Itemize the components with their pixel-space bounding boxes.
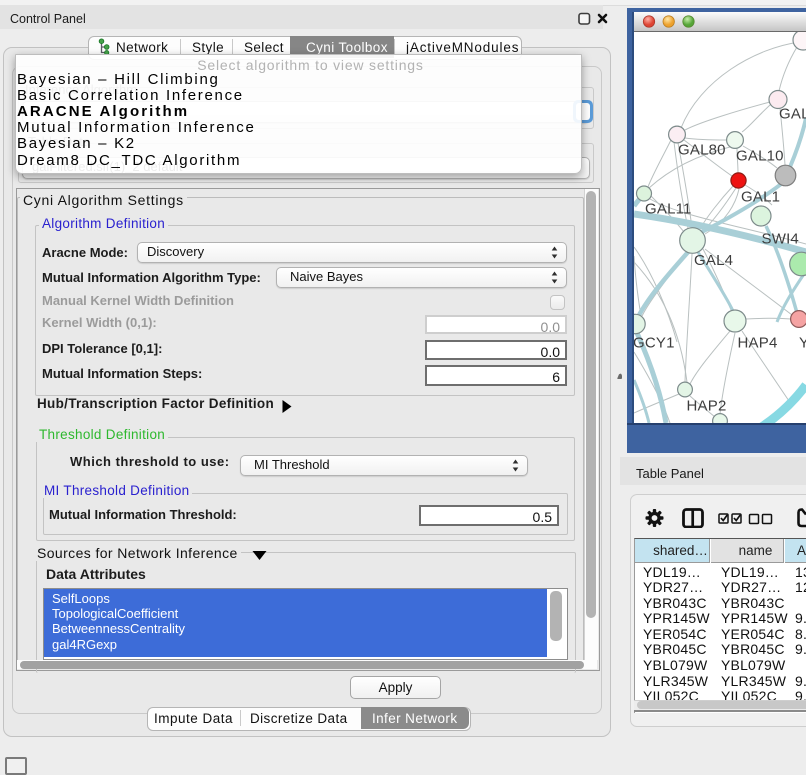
svg-text:GAL80: GAL80 xyxy=(678,142,726,159)
svg-text:HAP2: HAP2 xyxy=(687,398,727,415)
svg-text:Y: Y xyxy=(799,335,806,352)
svg-text:GAL1: GAL1 xyxy=(741,189,780,206)
svg-text:GCY1: GCY1 xyxy=(634,335,675,352)
svg-text:GAL7: GAL7 xyxy=(779,106,806,123)
svg-text:SWI4: SWI4 xyxy=(762,231,799,248)
svg-text:GAL11: GAL11 xyxy=(645,201,692,218)
svg-text:GAL4: GAL4 xyxy=(694,252,733,269)
svg-text:HAP4: HAP4 xyxy=(738,335,778,352)
svg-text:GAL10: GAL10 xyxy=(736,148,784,165)
